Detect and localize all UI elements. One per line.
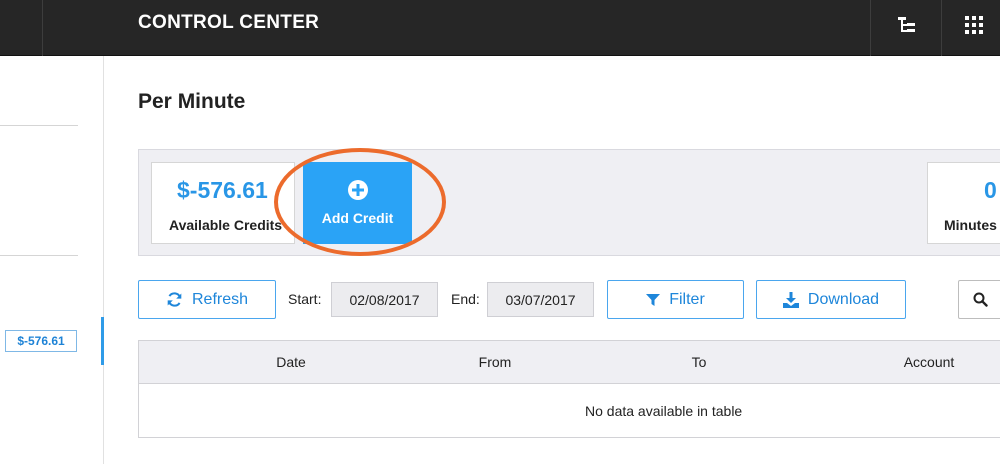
- download-label: Download: [807, 290, 880, 308]
- hierarchy-button[interactable]: [887, 8, 927, 42]
- empty-table-message: No data available in table: [585, 403, 743, 419]
- topbar-divider: [870, 0, 871, 56]
- column-header-account[interactable]: Account: [879, 341, 979, 384]
- app-grid-icon: [965, 16, 983, 34]
- end-date-label: End:: [451, 291, 480, 307]
- refresh-label: Refresh: [191, 290, 249, 308]
- minutes-label: Minutes: [944, 217, 997, 233]
- table-header: Date From To Account: [139, 341, 1000, 384]
- app-grid-button[interactable]: [954, 8, 994, 42]
- start-date-input[interactable]: [331, 282, 438, 317]
- start-date-label: Start:: [288, 291, 322, 307]
- available-credits-card: $-576.61 Available Credits: [151, 162, 295, 244]
- available-credits-value: $-576.61: [177, 177, 268, 203]
- sidebar-divider: [0, 255, 78, 256]
- table-empty-row: No data available in table: [139, 385, 1000, 437]
- refresh-button[interactable]: Refresh: [138, 280, 276, 319]
- sidebar-credit-badge[interactable]: $-576.61: [5, 330, 77, 352]
- column-header-date[interactable]: Date: [241, 341, 341, 384]
- available-credits-label: Available Credits: [169, 217, 283, 233]
- sidebar: $-576.61: [0, 56, 104, 464]
- download-icon: [782, 291, 799, 308]
- topbar-divider: [941, 0, 942, 56]
- end-date-input[interactable]: [487, 282, 594, 317]
- minutes-card: 0 Minutes: [927, 162, 1000, 244]
- filter-icon: [646, 293, 661, 306]
- filter-label: Filter: [669, 290, 705, 308]
- refresh-icon: [167, 292, 182, 307]
- column-header-from[interactable]: From: [445, 341, 545, 384]
- top-bar: CONTROL CENTER: [0, 0, 1000, 56]
- sidebar-active-indicator: [101, 317, 104, 365]
- page-title: Per Minute: [138, 90, 246, 113]
- hierarchy-icon: [898, 17, 915, 32]
- summary-panel: $-576.61 Available Credits Add Credit 0 …: [138, 149, 1000, 256]
- search-icon: [973, 292, 988, 307]
- topbar-divider: [42, 0, 43, 56]
- filter-button[interactable]: Filter: [607, 280, 744, 319]
- add-credit-button[interactable]: Add Credit: [303, 162, 412, 244]
- minutes-value: 0: [984, 177, 997, 203]
- app-title: CONTROL CENTER: [138, 12, 320, 33]
- search-button[interactable]: [958, 280, 1000, 319]
- add-credit-label: Add Credit: [321, 210, 394, 226]
- calls-table: Date From To Account No data available i…: [138, 340, 1000, 438]
- column-header-to[interactable]: To: [649, 341, 749, 384]
- sidebar-divider: [0, 125, 78, 126]
- plus-circle-icon: [347, 180, 368, 200]
- download-button[interactable]: Download: [756, 280, 906, 319]
